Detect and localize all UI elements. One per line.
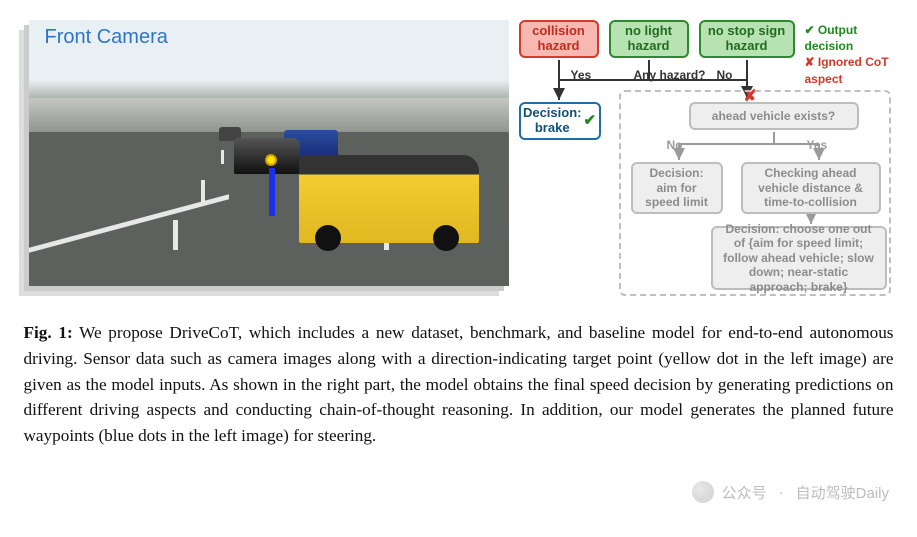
watermark-name: 自动驾驶Daily <box>796 482 889 503</box>
lane-marking <box>173 220 178 250</box>
check-distance-node: Checking ahead vehicle distance & time-t… <box>741 162 881 214</box>
lane-marking <box>221 150 224 164</box>
ahead-vehicle-node: ahead vehicle exists? <box>689 102 859 130</box>
edge-label-no: No <box>717 68 733 82</box>
watermark: 公众号 · 自动驾驶Daily <box>692 481 889 503</box>
camera-frame: Front Camera <box>29 20 509 286</box>
watermark-prefix: 公众号 <box>722 482 767 503</box>
legend-ignored-aspect: ✘ Ignored CoT aspect <box>805 54 899 86</box>
lane-marking <box>201 180 205 202</box>
front-camera-image: Front Camera <box>19 20 509 298</box>
hazard-collision-node: collision hazard <box>519 20 599 58</box>
decision-choose-node: Decision: choose one out of {aim for spe… <box>711 226 887 290</box>
wechat-icon <box>692 481 714 503</box>
waypoints-blue-dots <box>269 168 275 216</box>
hazard-light-node: no light hazard <box>609 20 689 58</box>
flow-legend: ✔ Output decision ✘ Ignored CoT aspect <box>805 22 899 87</box>
yellow-taxi <box>299 155 479 243</box>
watermark-sep: · <box>779 484 784 501</box>
target-point-yellow-dot <box>265 154 277 166</box>
check-icon: ✔ <box>583 112 596 129</box>
decision-aim-node: Decision: aim for speed limit <box>631 162 723 214</box>
hazard-stopsign-node: no stop sign hazard <box>699 20 795 58</box>
decision-brake-text: Decision: brake <box>523 106 582 136</box>
decision-brake-node: Decision: brake ✔ <box>519 102 601 140</box>
caption-text: We propose DriveCoT, which includes a ne… <box>24 323 894 445</box>
figure-caption: Fig. 1: We propose DriveCoT, which inclu… <box>24 320 894 449</box>
edge-label-no-grey: No <box>667 138 683 152</box>
any-hazard-label: Any hazard? <box>634 68 706 82</box>
highway-barrier <box>29 98 509 134</box>
camera-label: Front Camera <box>45 26 168 49</box>
flowchart: collision hazard no light hazard no stop… <box>519 20 899 298</box>
edge-label-yes: Yes <box>571 68 592 82</box>
legend-output-decision: ✔ Output decision <box>805 22 899 54</box>
figure-row: Front Camera <box>19 20 899 298</box>
edge-label-yes-grey: Yes <box>807 138 828 152</box>
figure-label: Fig. 1: <box>24 323 73 342</box>
